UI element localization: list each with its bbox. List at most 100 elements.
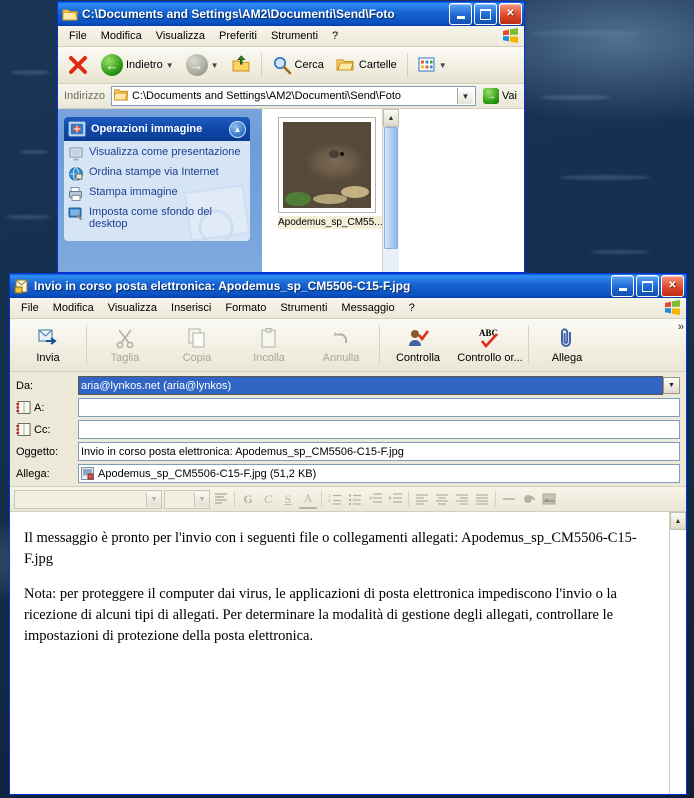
file-list-area[interactable]: Apodemus_sp_CM55... ▲ — [262, 109, 524, 272]
task-print-image[interactable]: Stampa immagine — [68, 186, 246, 202]
italic-icon[interactable]: C — [259, 490, 277, 508]
image-tasks-header[interactable]: Operazioni immagine ▲ — [64, 117, 250, 141]
formatting-toolbar[interactable]: ▼ ▼ G C S A 12 — [10, 487, 686, 512]
attach-row[interactable]: Allega: Apodemus_sp_CM5506-C15-F.jpg (51… — [16, 464, 680, 483]
menu-messaggio[interactable]: Messaggio — [334, 300, 401, 316]
mail-titlebar[interactable]: Invio in corso posta elettronica: Apodem… — [10, 274, 686, 298]
chevron-down-icon[interactable]: ▼ — [146, 491, 161, 507]
from-row[interactable]: Da: aria@lynkos.net (aria@lynkos) ▼ — [16, 376, 680, 395]
menu-visualizza[interactable]: Visualizza — [101, 300, 164, 316]
menu-preferiti[interactable]: Preferiti — [212, 28, 264, 44]
body-scrollbar[interactable]: ▲ ▼ — [669, 512, 686, 794]
font-size-select[interactable]: ▼ — [164, 489, 210, 509]
menu-inserisci[interactable]: Inserisci — [164, 300, 218, 316]
attach-field[interactable]: Apodemus_sp_CM5506-C15-F.jpg (51,2 KB) — [78, 464, 680, 483]
spellcheck-button[interactable]: ABC Controllo or... — [454, 319, 526, 371]
align-center-icon[interactable] — [433, 490, 451, 508]
menu-help[interactable]: ? — [325, 28, 345, 44]
subject-field[interactable]: Invio in corso posta elettronica: Apodem… — [78, 442, 680, 461]
align-right-icon[interactable] — [453, 490, 471, 508]
explorer-window[interactable]: C:\Documents and Settings\AM2\Documenti\… — [57, 1, 525, 273]
menu-strumenti[interactable]: Strumenti — [264, 28, 325, 44]
underline-icon[interactable]: S — [279, 490, 297, 508]
minimize-button[interactable] — [449, 3, 472, 25]
folders-button[interactable]: Cartelle — [331, 48, 402, 82]
cc-field[interactable] — [78, 420, 680, 439]
chevron-down-icon[interactable]: ▼ — [194, 491, 209, 507]
justify-icon[interactable] — [473, 490, 491, 508]
explorer-window-buttons[interactable]: ✕ — [449, 3, 522, 25]
font-color-icon[interactable]: A — [299, 489, 317, 509]
mail-body-editor[interactable]: Il messaggio è pronto per l'invio con i … — [10, 512, 686, 794]
horizontal-rule-icon[interactable] — [500, 490, 518, 508]
chevron-down-icon[interactable]: ▼ — [211, 61, 219, 70]
menu-visualizza[interactable]: Visualizza — [149, 28, 212, 44]
address-book-icon[interactable] — [16, 423, 31, 436]
stop-button[interactable] — [62, 48, 94, 82]
views-button[interactable]: ▼ — [413, 48, 452, 82]
font-family-select[interactable]: ▼ — [14, 489, 162, 509]
toolbar-overflow-button[interactable]: » — [678, 321, 684, 333]
scroll-up-button[interactable]: ▲ — [670, 512, 686, 530]
address-book-icon[interactable] — [16, 401, 31, 414]
bold-icon[interactable]: G — [239, 490, 257, 508]
explorer-scrollbar[interactable]: ▲ — [382, 109, 399, 272]
menu-file[interactable]: File — [14, 300, 46, 316]
task-order-prints[interactable]: Ordina stampe via Internet — [68, 166, 246, 182]
check-names-button[interactable]: Controlla — [382, 319, 454, 371]
attach-button[interactable]: Allega — [531, 319, 603, 371]
address-input[interactable]: C:\Documents and Settings\AM2\Documenti\… — [110, 86, 476, 106]
decrease-indent-icon[interactable] — [366, 490, 384, 508]
up-button[interactable] — [226, 48, 256, 82]
cc-row[interactable]: Cc: — [16, 420, 680, 439]
insert-link-icon[interactable] — [520, 490, 538, 508]
menu-strumenti[interactable]: Strumenti — [273, 300, 334, 316]
explorer-menubar[interactable]: File Modifica Visualizza Preferiti Strum… — [58, 26, 524, 47]
send-button[interactable]: Invia — [12, 319, 84, 371]
menu-file[interactable]: File — [62, 28, 94, 44]
insert-image-icon[interactable] — [540, 490, 558, 508]
increase-indent-icon[interactable] — [386, 490, 404, 508]
scroll-track[interactable] — [383, 127, 399, 272]
forward-button[interactable]: → ▼ — [181, 48, 224, 82]
file-item[interactable]: Apodemus_sp_CM55... — [262, 109, 382, 272]
mail-header-fields[interactable]: Da: aria@lynkos.net (aria@lynkos) ▼ A: C… — [10, 372, 686, 487]
task-slideshow[interactable]: Visualizza come presentazione — [68, 146, 246, 162]
maximize-button[interactable] — [636, 275, 659, 297]
close-button[interactable]: ✕ — [499, 3, 522, 25]
close-button[interactable]: ✕ — [661, 275, 684, 297]
chevron-down-icon[interactable]: ▼ — [166, 61, 174, 70]
menu-modifica[interactable]: Modifica — [46, 300, 101, 316]
to-row[interactable]: A: — [16, 398, 680, 417]
chevron-up-icon[interactable]: ▲ — [229, 120, 246, 138]
unordered-list-icon[interactable] — [346, 490, 364, 508]
menu-help[interactable]: ? — [402, 300, 422, 316]
align-left-icon[interactable] — [413, 490, 431, 508]
mail-window-buttons[interactable]: ✕ — [611, 275, 684, 297]
chevron-down-icon[interactable]: ▼ — [456, 88, 473, 104]
scroll-thumb[interactable] — [384, 127, 398, 249]
mail-toolbar[interactable]: Invia Taglia Copia Incolla Annulla Contr… — [10, 319, 686, 372]
explorer-address-bar[interactable]: Indirizzo C:\Documents and Settings\AM2\… — [58, 84, 524, 109]
scroll-up-button[interactable]: ▲ — [383, 109, 399, 127]
explorer-titlebar[interactable]: C:\Documents and Settings\AM2\Documenti\… — [58, 2, 524, 26]
image-tasks-links[interactable]: Visualizza come presentazione Ordina sta… — [64, 141, 250, 241]
message-body-text[interactable]: Il messaggio è pronto per l'invio con i … — [10, 512, 669, 794]
explorer-toolbar[interactable]: ← Indietro ▼ → ▼ Cerca Cartelle ▼ — [58, 47, 524, 84]
menu-modifica[interactable]: Modifica — [94, 28, 149, 44]
chevron-down-icon[interactable]: ▼ — [439, 61, 447, 70]
back-button[interactable]: ← Indietro ▼ — [96, 48, 179, 82]
minimize-button[interactable] — [611, 275, 634, 297]
to-field[interactable] — [78, 398, 680, 417]
task-set-wallpaper[interactable]: Imposta come sfondo del desktop — [68, 206, 246, 230]
chevron-down-icon[interactable]: ▼ — [663, 377, 680, 394]
mail-menubar[interactable]: File Modifica Visualizza Inserisci Forma… — [10, 298, 686, 319]
subject-row[interactable]: Oggetto: Invio in corso posta elettronic… — [16, 442, 680, 461]
maximize-button[interactable] — [474, 3, 497, 25]
search-button[interactable]: Cerca — [267, 48, 329, 82]
from-field[interactable]: aria@lynkos.net (aria@lynkos) — [78, 376, 663, 395]
ordered-list-icon[interactable]: 12 — [326, 490, 344, 508]
menu-formato[interactable]: Formato — [218, 300, 273, 316]
paragraph-style-icon[interactable] — [212, 490, 230, 508]
go-button[interactable]: → Vai — [480, 88, 520, 104]
